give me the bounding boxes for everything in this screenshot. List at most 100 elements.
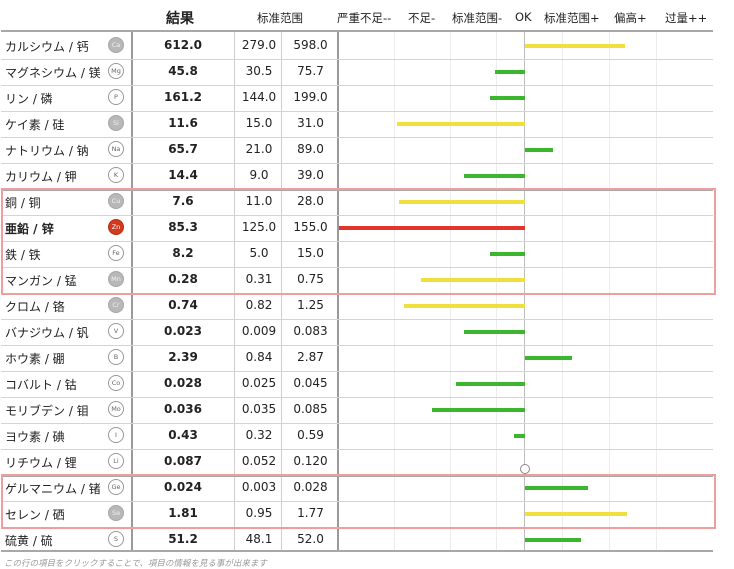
table-row[interactable]: コバルト / 钴 Co 0.028 0.025 0.045 — [1, 371, 713, 397]
scale-label-range-plus: 标准范围+ — [544, 11, 600, 25]
range-high: 0.59 — [297, 428, 324, 442]
range-low: 0.025 — [241, 376, 277, 390]
result-value: 612.0 — [164, 38, 202, 52]
table-row[interactable]: リン / 磷 P 161.2 144.0 199.0 — [1, 85, 713, 111]
standard-range-column-header: 标准范围 — [257, 11, 303, 25]
element-symbol-icon: Ca — [108, 37, 124, 53]
table-row[interactable]: カリウム / 钾 K 14.4 9.0 39.0 — [1, 163, 713, 189]
deviation-bar — [463, 330, 525, 334]
result-value: 0.43 — [168, 428, 198, 442]
table-row[interactable]: ナトリウム / 钠 Na 65.7 21.0 89.0 — [1, 137, 713, 163]
table-row[interactable]: モリブデン / 钼 Mo 0.036 0.035 0.085 — [1, 397, 713, 423]
element-symbol-icon: Li — [108, 453, 124, 469]
range-high: 39.0 — [297, 168, 324, 182]
deviation-bar — [396, 122, 525, 126]
table-row[interactable]: バナジウム / 钒 V 0.023 0.009 0.083 — [1, 319, 713, 345]
deviation-bar — [525, 538, 581, 542]
result-value: 11.6 — [168, 116, 198, 130]
deviation-bar — [495, 70, 525, 74]
range-low: 279.0 — [241, 38, 277, 52]
result-value: 0.023 — [164, 324, 202, 338]
element-name: バナジウム / 钒 — [5, 326, 89, 340]
range-low: 15.0 — [245, 116, 273, 130]
range-high: 89.0 — [297, 142, 324, 156]
deviation-bar — [463, 174, 525, 178]
element-name: カルシウム / 钙 — [5, 40, 89, 54]
range-low: 48.1 — [245, 532, 273, 546]
range-high: 598.0 — [293, 38, 328, 52]
element-name: コバルト / 钴 — [5, 378, 77, 392]
table-row[interactable]: ヨウ素 / 碘 I 0.43 0.32 0.59 — [1, 423, 713, 449]
row-divider — [1, 85, 713, 86]
range-low: 9.0 — [249, 168, 269, 182]
element-symbol-icon: P — [108, 89, 124, 105]
scale-label-high: 偏高+ — [614, 11, 647, 25]
row-divider — [1, 371, 713, 372]
table-row[interactable]: ケイ素 / 硅 Si 11.6 15.0 31.0 — [1, 111, 713, 137]
range-low: 0.035 — [241, 402, 277, 416]
range-low: 30.5 — [245, 64, 273, 78]
range-high: 2.87 — [297, 350, 324, 364]
result-value: 0.028 — [164, 376, 202, 390]
range-high: 0.045 — [293, 376, 328, 390]
element-symbol-icon: I — [108, 427, 124, 443]
element-symbol-icon: Co — [108, 375, 124, 391]
range-low: 0.84 — [245, 350, 273, 364]
element-name: リチウム / 锂 — [5, 456, 77, 470]
row-divider — [1, 111, 713, 112]
element-symbol-icon: K — [108, 167, 124, 183]
row-divider — [1, 449, 713, 450]
element-name: ヨウ素 / 碘 — [5, 430, 65, 444]
table-row[interactable]: カルシウム / 钙 Ca 612.0 279.0 598.0 — [1, 33, 713, 59]
range-low: 0.009 — [241, 324, 277, 338]
scale-label-excess: 过量++ — [665, 11, 708, 25]
deviation-bar — [456, 382, 525, 386]
table-row[interactable]: リチウム / 锂 Li 0.087 0.052 0.120 — [1, 449, 713, 475]
table-row[interactable]: マグネシウム / 镁 Mg 45.8 30.5 75.7 — [1, 59, 713, 85]
element-name: ホウ素 / 硼 — [5, 352, 65, 366]
row-divider — [1, 423, 713, 424]
result-column-header: 結果 — [166, 11, 194, 27]
ok-indicator — [520, 464, 530, 474]
row-divider — [1, 137, 713, 138]
table-row[interactable]: ホウ素 / 硼 B 2.39 0.84 2.87 — [1, 345, 713, 371]
range-low: 0.052 — [241, 454, 277, 468]
table-row[interactable]: クロム / 铬 Cr 0.74 0.82 1.25 — [1, 293, 713, 319]
deviation-bar — [404, 304, 525, 308]
table-row[interactable]: 硫黄 / 硫 S 51.2 48.1 52.0 — [1, 527, 713, 553]
result-value: 14.4 — [168, 168, 198, 182]
result-value: 51.2 — [168, 532, 198, 546]
element-symbol-icon: Si — [108, 115, 124, 131]
range-high: 1.25 — [297, 298, 324, 312]
element-symbol-icon: B — [108, 349, 124, 365]
deviation-bar — [432, 408, 525, 412]
element-symbol-icon: V — [108, 323, 124, 339]
result-value: 2.39 — [168, 350, 198, 364]
element-name: ケイ素 / 硅 — [5, 118, 65, 132]
element-symbol-icon: Na — [108, 141, 124, 157]
range-high: 31.0 — [297, 116, 324, 130]
element-name: カリウム / 钾 — [5, 170, 77, 184]
range-low: 21.0 — [245, 142, 273, 156]
row-group-highlight — [1, 188, 716, 295]
element-symbol-icon: Mg — [108, 63, 124, 79]
element-name: マグネシウム / 镁 — [5, 66, 101, 80]
row-divider — [1, 397, 713, 398]
deviation-bar — [525, 148, 553, 152]
element-name: モリブデン / 钼 — [5, 404, 89, 418]
result-value: 65.7 — [168, 142, 198, 156]
element-name: クロム / 铬 — [5, 300, 65, 314]
element-name: ナトリウム / 钠 — [5, 144, 89, 158]
result-value: 0.087 — [164, 454, 202, 468]
result-value: 0.036 — [164, 402, 202, 416]
range-high: 75.7 — [297, 64, 324, 78]
range-high: 199.0 — [293, 90, 328, 104]
footnote: この行の項目をクリックすることで、項目の情報を見る事が出来ます — [4, 559, 267, 569]
scale-label-deficient: 不足- — [408, 11, 436, 25]
range-high: 0.120 — [293, 454, 328, 468]
scale-label-ok: OK — [515, 10, 532, 24]
range-high: 0.083 — [293, 324, 328, 338]
range-high: 0.085 — [293, 402, 328, 416]
element-symbol-icon: Cr — [108, 297, 124, 313]
row-divider — [1, 163, 713, 164]
